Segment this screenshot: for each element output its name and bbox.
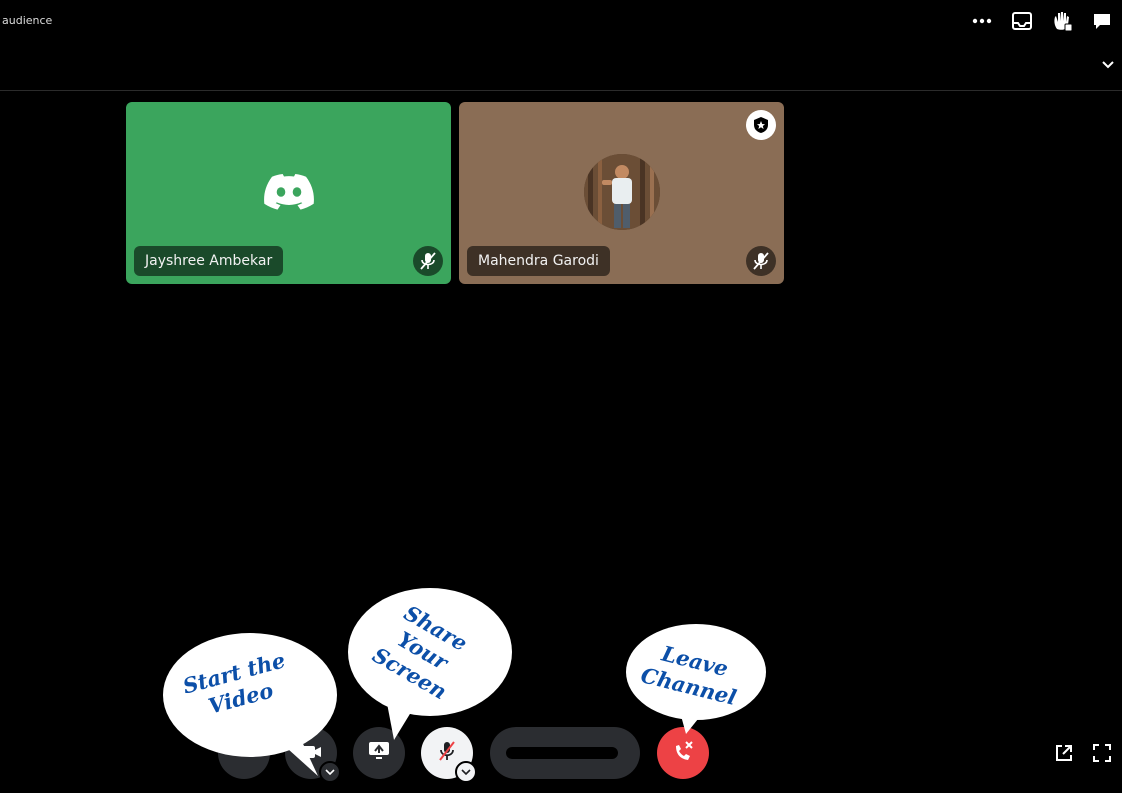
chevron-down-icon[interactable] [1100, 57, 1116, 73]
mic-muted-icon [746, 246, 776, 276]
header-divider [0, 90, 1122, 91]
participant-name: Mahendra Garodi [467, 246, 610, 276]
inbox-icon[interactable] [1006, 10, 1038, 32]
top-toolbar [966, 10, 1118, 32]
redacted-label [506, 747, 618, 759]
pop-out-icon[interactable] [1053, 742, 1075, 764]
mic-muted-icon [413, 246, 443, 276]
participant-name: Jayshree Ambekar [134, 246, 284, 276]
chat-icon[interactable] [1086, 10, 1118, 32]
participant-avatar [584, 154, 660, 230]
shield-star-icon [746, 110, 776, 140]
leave-call-button[interactable] [657, 727, 709, 779]
participant-tile[interactable]: Jayshree Ambekar [126, 102, 451, 284]
discord-logo-icon [264, 174, 314, 214]
participant-tile[interactable]: Mahendra Garodi [459, 102, 784, 284]
fullscreen-icon[interactable] [1091, 742, 1113, 764]
raise-hand-icon[interactable] [1046, 10, 1078, 32]
more-options-icon[interactable] [966, 10, 998, 32]
leave-call-icon [671, 739, 695, 767]
mic-options-chevron-icon[interactable] [455, 761, 477, 783]
channel-label: audience [2, 14, 53, 27]
